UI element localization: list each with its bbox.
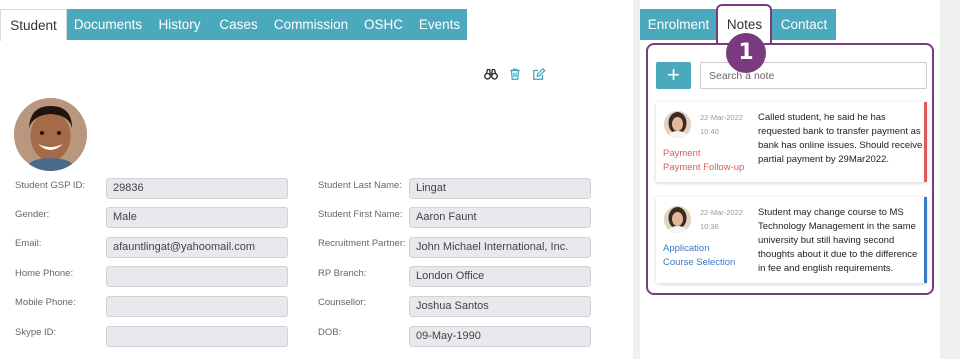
mobile-phone-label: Mobile Phone: — [15, 297, 76, 308]
tab-contact[interactable]: Contact — [772, 9, 836, 40]
note-text: Called student, he said he has requested… — [758, 112, 923, 165]
note-time: 10:40 — [700, 127, 719, 136]
trash-icon[interactable] — [508, 67, 522, 81]
student-gsp-id-label: Student GSP ID: — [15, 180, 86, 191]
student-first-name-field[interactable]: Aaron Faunt — [409, 207, 591, 228]
student-last-name-field[interactable]: Lingat — [409, 178, 591, 199]
tab-cases[interactable]: Cases — [210, 9, 267, 40]
tab-oshc[interactable]: OSHC — [355, 9, 412, 40]
tab-events[interactable]: Events — [412, 9, 467, 40]
note-category: Application — [663, 243, 710, 254]
recruitment-partner-field[interactable]: John Michael International, Inc. — [409, 237, 591, 258]
student-avatar — [14, 98, 87, 171]
rp-branch-label: RP Branch: — [318, 268, 367, 279]
skype-id-label: Skype ID: — [15, 327, 57, 338]
binoculars-icon[interactable] — [484, 67, 498, 81]
rp-branch-field[interactable]: London Office — [409, 266, 591, 287]
student-tabs: Student Documents History Cases Commissi… — [0, 9, 467, 41]
tab-commission[interactable]: Commission — [267, 9, 355, 40]
dob-field[interactable]: 09-May-1990 — [409, 326, 591, 347]
counsellor-label: Counsellor: — [318, 297, 367, 308]
tab-documents[interactable]: Documents — [67, 9, 149, 40]
student-gsp-id-field[interactable]: 29836 — [106, 178, 288, 199]
tab-enrolment[interactable]: Enrolment — [640, 9, 717, 40]
author-avatar — [664, 206, 691, 233]
tab-student[interactable]: Student — [0, 9, 67, 41]
note-date: 22-Mar-2022 — [700, 208, 743, 217]
email-label: Email: — [15, 238, 42, 249]
author-avatar — [664, 111, 691, 138]
step-badge: 1 — [726, 33, 766, 73]
note-text: Student may change course to MS Technolo… — [758, 207, 918, 274]
email-field[interactable]: afauntlingat@yahoomail.com — [106, 237, 288, 258]
student-last-name-label: Student Last Name: — [318, 180, 402, 191]
recruitment-partner-label: Recruitment Partner: — [318, 238, 406, 249]
home-phone-label: Home Phone: — [15, 268, 74, 279]
note-subcategory: Payment Follow-up — [663, 162, 745, 173]
note-card[interactable]: 22-Mar-2022 10:36 Application Course Sel… — [656, 197, 927, 283]
gender-label: Gender: — [15, 209, 50, 220]
edit-icon[interactable] — [532, 67, 546, 81]
dob-label: DOB: — [318, 327, 342, 338]
student-first-name-label: Student First Name: — [318, 209, 403, 220]
gender-field[interactable]: Male — [106, 207, 288, 228]
note-card[interactable]: 22-Mar-2022 10:40 Payment Payment Follow… — [656, 102, 927, 182]
tab-history[interactable]: History — [149, 9, 210, 40]
home-phone-field[interactable] — [106, 266, 288, 287]
skype-id-field[interactable] — [106, 326, 288, 347]
mobile-phone-field[interactable] — [106, 296, 288, 317]
note-date: 22-Mar-2022 — [700, 113, 743, 122]
note-time: 10:36 — [700, 222, 719, 231]
note-category-stripe — [924, 102, 927, 182]
note-category: Payment — [663, 148, 701, 159]
note-category-stripe — [924, 197, 927, 283]
student-actions — [484, 67, 546, 81]
counsellor-field[interactable]: Joshua Santos — [409, 296, 591, 317]
note-subcategory: Course Selection — [663, 257, 736, 268]
add-note-button[interactable]: + — [656, 62, 691, 89]
